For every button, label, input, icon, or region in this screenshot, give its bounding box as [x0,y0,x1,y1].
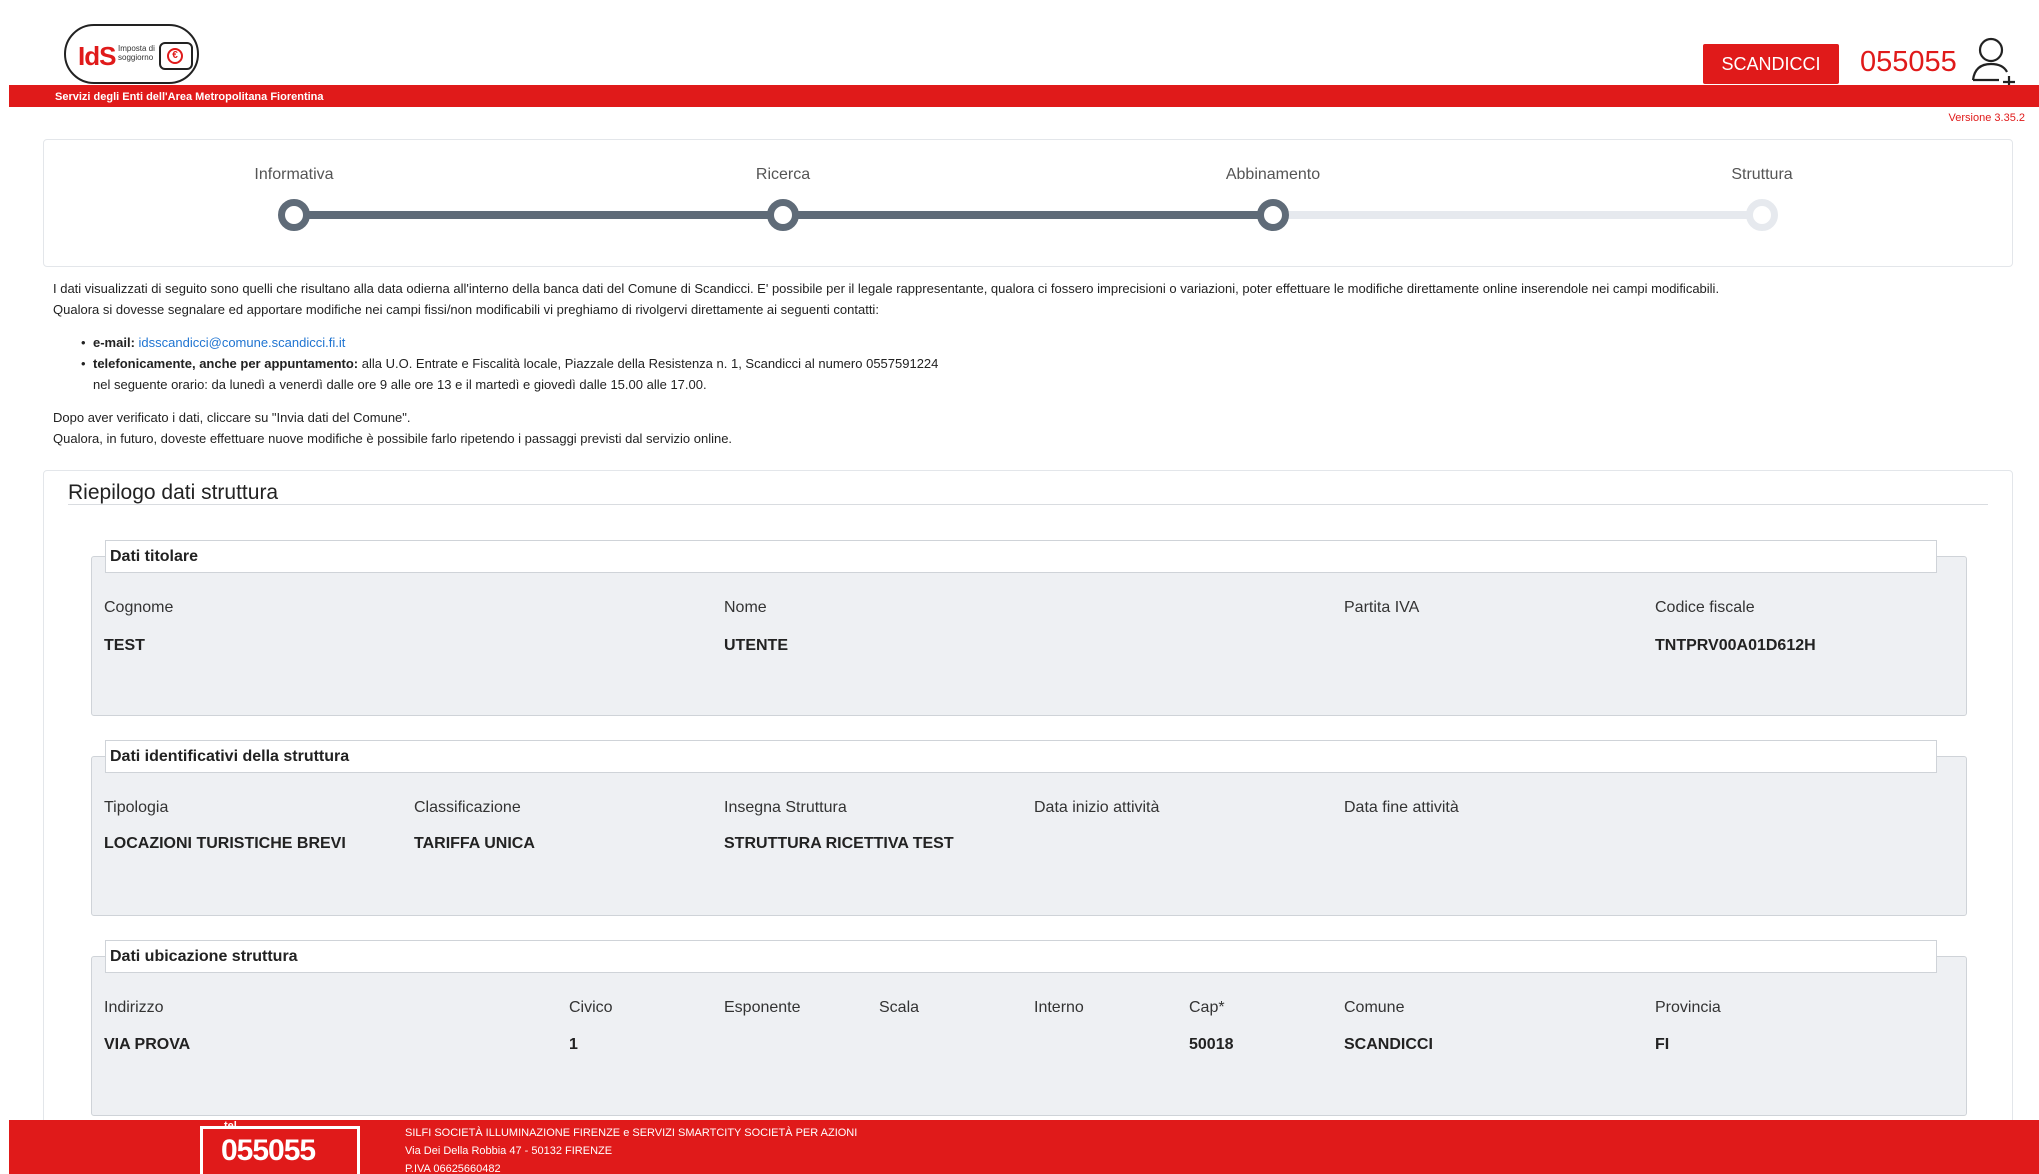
step-label-ricerca: Ricerca [755,166,811,183]
summary-panel: Riepilogo dati struttura Dati titolare C… [43,470,2013,1174]
footer-phone: 055055 [221,1134,316,1167]
fieldset-titolare: Dati titolare Cognome TEST Nome UTENTE P… [91,540,1967,716]
value-cap: 50018 [1189,1036,1234,1053]
label-cap: Cap* [1189,999,1225,1016]
value-codice-fiscale: TNTPRV00A01D612H [1655,637,1816,654]
step-label-informativa: Informativa [254,166,334,183]
phone-label: telefonicamente, anche per appuntamento: [93,356,359,371]
footer-company-info: SILFI SOCIETÀ ILLUMINAZIONE FIRENZE e SE… [405,1124,857,1174]
step-informativa[interactable] [278,199,310,231]
label-scala: Scala [879,999,920,1016]
value-classificazione: TARIFFA UNICA [414,835,535,852]
email-label: e-mail: [93,335,135,350]
version-label: Versione 3.35.2 [1948,112,2025,124]
label-provincia: Provincia [1655,999,1721,1016]
value-provincia: FI [1655,1036,1670,1053]
info-block-2: Dopo aver verificato i dati, cliccare su… [53,407,2013,449]
label-classificazione: Classificazione [414,799,521,816]
label-data-fine: Data fine attività [1344,799,1459,816]
label-cognome: Cognome [104,599,174,616]
value-comune: SCANDICCI [1344,1036,1433,1053]
info-paragraph-3: Dopo aver verificato i dati, cliccare su… [53,410,411,425]
label-esponente: Esponente [724,999,801,1016]
logo-badge: IdS Imposta di soggiorno € [64,24,199,84]
logo-text: IdS [78,41,116,71]
label-nome: Nome [724,599,767,616]
footer-address: Via Dei Della Robbia 47 - 50132 FIRENZE [405,1145,613,1157]
legend-titolare: Dati titolare [105,540,1937,573]
email-link[interactable]: idsscandicci@comune.scandicci.fi.it [139,335,346,350]
wizard-stepper: Informativa Ricerca Abbinamento Struttur… [43,139,2013,267]
step-label-struttura: Struttura [1731,166,1793,183]
summary-title: Riepilogo dati struttura [68,481,279,504]
label-interno: Interno [1034,999,1084,1016]
value-insegna: STRUTTURA RICETTIVA TEST [724,835,954,852]
label-codice-fiscale: Codice fiscale [1655,599,1755,616]
step-struttura[interactable] [1746,199,1778,231]
label-indirizzo: Indirizzo [104,999,164,1016]
value-cognome: TEST [104,637,145,654]
contacts-list: e-mail: idsscandicci@comune.scandicci.fi… [81,332,2013,395]
user-add-icon[interactable] [1971,34,2021,90]
euro-coin-icon: € [167,48,183,64]
value-civico: 1 [569,1036,578,1053]
legend-identificativi: Dati identificativi della struttura [105,740,1937,773]
tagline-bar: Servizi degli Enti dell'Area Metropolita… [9,85,2039,107]
value-nome: UTENTE [724,637,788,654]
comune-button[interactable]: SCANDICCI [1703,44,1839,84]
footer-piva: P.IVA 06625660482 [405,1163,501,1174]
wallet-icon: € [159,42,193,70]
footer: tel 055055 SILFI SOCIETÀ ILLUMINAZIONE F… [9,1120,2039,1174]
legend-ubicazione: Dati ubicazione struttura [105,940,1937,973]
header-phone: 055055 [1860,46,1957,78]
footer-tel-label: tel [224,1120,237,1132]
footer-company: SILFI SOCIETÀ ILLUMINAZIONE FIRENZE e SE… [405,1127,858,1139]
phone-text: alla U.O. Entrate e Fiscalità locale, Pi… [361,356,939,371]
label-data-inizio: Data inizio attività [1034,799,1160,816]
ids-logo[interactable]: IdS Imposta di soggiorno € [54,18,211,90]
value-indirizzo: VIA PROVA [104,1036,191,1053]
tagline: Servizi degli Enti dell'Area Metropolita… [55,91,324,103]
logo-subtitle: Imposta di soggiorno [118,44,155,62]
contact-email: e-mail: idsscandicci@comune.scandicci.fi… [81,332,2013,353]
fieldset-identificativi: Dati identificativi della struttura Tipo… [91,740,1967,916]
contact-hours: nel seguente orario: da lunedì a venerdì… [93,374,2013,395]
label-civico: Civico [569,999,613,1016]
info-paragraph-1: I dati visualizzati di seguito sono quel… [53,281,1720,296]
label-comune: Comune [1344,999,1405,1016]
info-paragraph-2: Qualora si dovesse segnalare ed apportar… [53,302,879,317]
info-paragraph-4: Qualora, in futuro, doveste effettuare n… [53,431,733,446]
value-tipologia: LOCAZIONI TURISTICHE BREVI [104,835,346,852]
step-abbinamento[interactable] [1257,199,1289,231]
stepper-track-todo [1273,211,1762,219]
label-tipologia: Tipologia [104,799,169,816]
step-ricerca[interactable] [767,199,799,231]
hours-text: nel seguente orario: da lunedì a venerdì… [93,377,707,392]
header: IdS Imposta di soggiorno € SCANDICCI 055… [9,8,2039,88]
label-partita-iva: Partita IVA [1344,599,1420,616]
fieldset-ubicazione: Dati ubicazione struttura Indirizzo VIA … [91,940,1967,1116]
step-label-abbinamento: Abbinamento [1225,166,1321,183]
label-insegna: Insegna Struttura [724,799,847,816]
info-text: I dati visualizzati di seguito sono quel… [53,278,2013,449]
summary-divider [68,504,1988,505]
contact-phone: telefonicamente, anche per appuntamento:… [81,353,2013,374]
